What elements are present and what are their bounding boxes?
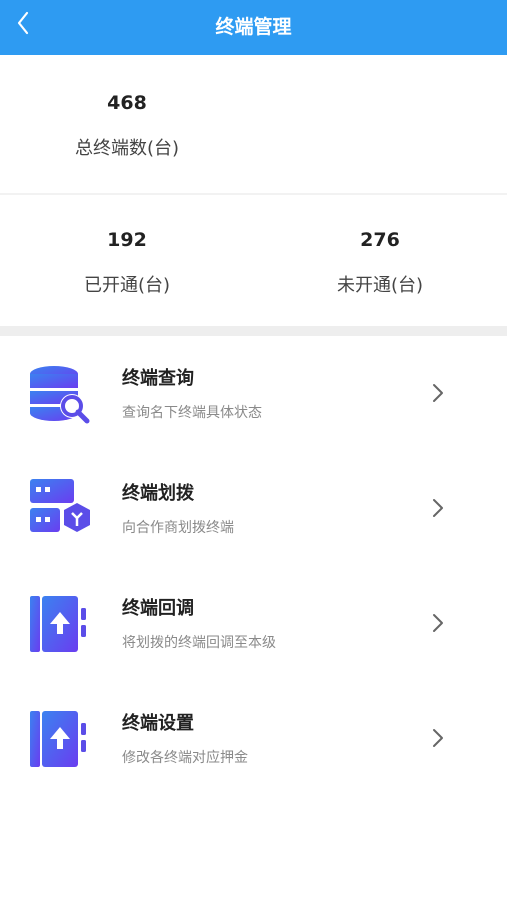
- chevron-right-icon: [433, 499, 443, 517]
- menu-item-terminal-query[interactable]: 终端查询 查询名下终端具体状态: [0, 340, 507, 452]
- menu-item-subtitle: 向合作商划拨终端: [122, 520, 234, 536]
- unopened-label: 未开通(台): [336, 275, 424, 296]
- menu-item-subtitle: 将划拨的终端回调至本级: [122, 635, 276, 651]
- chevron-right-icon: [433, 729, 443, 747]
- total-count: 468: [107, 92, 147, 114]
- chevron-right-icon: [433, 614, 443, 632]
- page-title: 终端管理: [215, 16, 292, 38]
- total-label: 总终端数(台): [74, 138, 180, 159]
- divider: [0, 193, 507, 195]
- menu-item-title: 终端查询: [122, 368, 194, 389]
- opened-label: 已开通(台): [83, 275, 171, 296]
- menu-item-terminal-settings[interactable]: 终端设置 修改各终端对应押金: [0, 685, 507, 797]
- menu-item-title: 终端设置: [122, 713, 194, 734]
- header-bar: 终端管理: [0, 0, 507, 55]
- menu-item-title: 终端回调: [122, 598, 194, 619]
- menu-item-terminal-recall[interactable]: 终端回调 将划拨的终端回调至本级: [0, 570, 507, 682]
- menu-item-subtitle: 修改各终端对应押金: [122, 750, 248, 766]
- database-search-icon: [30, 366, 90, 424]
- upload-door-icon: [30, 596, 86, 652]
- menu-item-terminal-transfer[interactable]: 终端划拨 向合作商划拨终端: [0, 455, 507, 567]
- chevron-right-icon: [433, 384, 443, 402]
- upload-door-icon: [30, 711, 86, 767]
- menu-item-subtitle: 查询名下终端具体状态: [122, 405, 262, 421]
- opened-count: 192: [107, 229, 147, 251]
- unopened-count: 276: [360, 229, 400, 251]
- section-divider: [0, 326, 507, 336]
- menu-item-title: 终端划拨: [122, 483, 194, 504]
- transfer-boxes-icon: [30, 479, 90, 532]
